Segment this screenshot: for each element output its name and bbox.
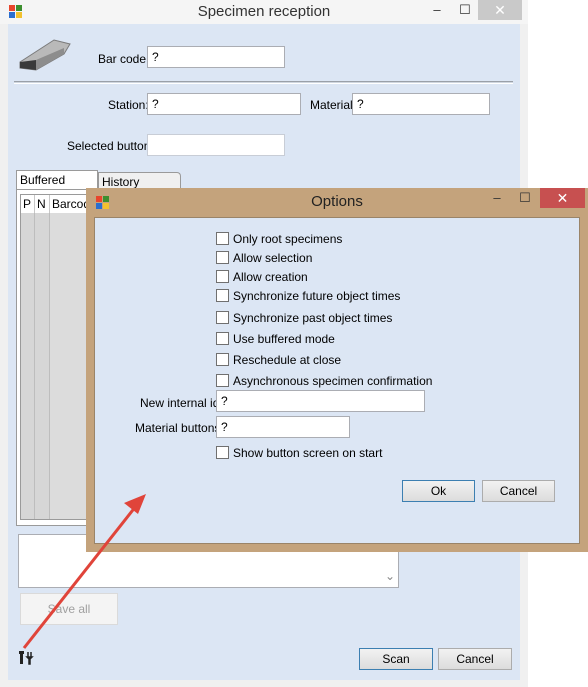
checkbox-label: Allow creation (233, 270, 308, 284)
tools-icon[interactable] (18, 650, 34, 666)
new-internal-id-label: New internal id: (140, 396, 223, 410)
checkbox-box[interactable] (216, 311, 229, 324)
options-close-button[interactable]: ✕ (540, 188, 585, 208)
tab-buffered-mode[interactable]: Buffered Mode (16, 170, 98, 205)
barcode-input[interactable]: ? (147, 46, 285, 68)
checkbox-label: Reschedule at close (233, 353, 342, 367)
column-header-n[interactable]: N (35, 195, 50, 213)
checkbox-box[interactable] (216, 232, 229, 245)
main-title-bar[interactable]: Specimen reception – ☐ ✕ (0, 0, 528, 24)
options-cancel-button[interactable]: Cancel (482, 480, 555, 502)
new-internal-id-input[interactable]: ? (216, 390, 425, 412)
scan-button[interactable]: Scan (359, 648, 433, 670)
maximize-button[interactable]: ☐ (452, 0, 478, 20)
checkbox-label: Use buffered mode (233, 332, 335, 346)
checkbox-label: Synchronize future object times (233, 289, 401, 303)
checkbox-box[interactable] (216, 270, 229, 283)
selected-button-field (147, 134, 285, 156)
checkbox-label: Asynchronous specimen confirmation (233, 374, 433, 388)
scroll-down-icon[interactable]: ⌄ (383, 569, 397, 585)
ok-button[interactable]: Ok (402, 480, 475, 502)
checkbox-label: Allow selection (233, 251, 313, 265)
options-dialog: Options – ☐ ✕ Only root specimens Allow … (86, 188, 588, 552)
options-minimize-button[interactable]: – (484, 188, 510, 208)
close-button[interactable]: ✕ (478, 0, 522, 20)
grid-column-n (35, 213, 50, 519)
checkbox-label: Show button screen on start (233, 446, 383, 460)
checkbox-label: Only root specimens (233, 232, 343, 246)
separator (14, 81, 513, 84)
options-client-area: Only root specimens Allow selection Allo… (94, 217, 580, 544)
checkbox-box[interactable] (216, 446, 229, 459)
checkbox-box[interactable] (216, 374, 229, 387)
barcode-scanner-icon (19, 39, 71, 71)
options-maximize-button[interactable]: ☐ (512, 188, 538, 208)
station-input[interactable]: ? (147, 93, 301, 115)
main-cancel-button[interactable]: Cancel (438, 648, 512, 670)
material-buttons-label: Material buttons: (135, 421, 224, 435)
checkbox-box[interactable] (216, 251, 229, 264)
barcode-label: Bar code: (98, 52, 150, 66)
checkbox-box[interactable] (216, 332, 229, 345)
selected-button-label: Selected button: (67, 139, 154, 153)
material-label: Material: (310, 98, 357, 112)
checkbox-label: Synchronize past object times (233, 311, 393, 325)
grid-column-p (21, 213, 35, 519)
minimize-button[interactable]: – (424, 0, 450, 20)
save-all-button[interactable]: Save all (20, 593, 118, 625)
material-input[interactable]: ? (352, 93, 490, 115)
material-buttons-input[interactable]: ? (216, 416, 350, 438)
column-header-p[interactable]: P (21, 195, 35, 213)
station-label: Station: (108, 98, 149, 112)
checkbox-box[interactable] (216, 289, 229, 302)
checkbox-box[interactable] (216, 353, 229, 366)
